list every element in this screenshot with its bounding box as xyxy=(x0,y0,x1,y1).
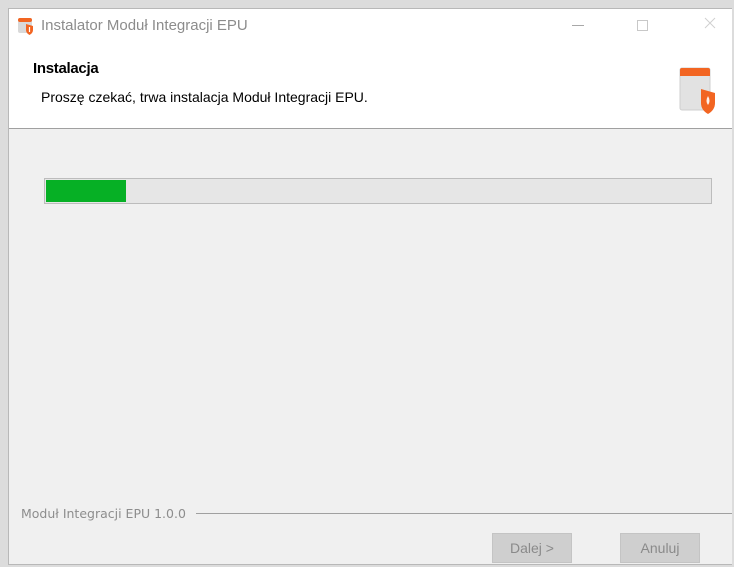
page-title: Instalacja xyxy=(33,60,99,77)
installer-shield-icon xyxy=(17,17,35,35)
next-button[interactable]: Dalej > xyxy=(492,533,572,563)
close-button[interactable] xyxy=(687,9,732,41)
installer-box-icon xyxy=(679,65,715,115)
minimize-icon xyxy=(572,24,584,26)
maximize-icon xyxy=(636,19,648,31)
installer-window: Instalator Moduł Integracji EPU Instalac… xyxy=(8,8,732,565)
version-label: Moduł Integracji EPU 1.0.0 xyxy=(21,505,186,521)
installation-progress-bar xyxy=(44,178,712,204)
page-subtitle: Proszę czekać, trwa instalacja Moduł Int… xyxy=(41,89,368,105)
minimize-button[interactable] xyxy=(555,9,601,41)
close-icon xyxy=(704,16,716,34)
footer-divider xyxy=(195,512,732,514)
progress-fill xyxy=(46,180,126,202)
header-panel: Instalacja Proszę czekać, trwa instalacj… xyxy=(9,45,732,129)
version-footer: Moduł Integracji EPU 1.0.0 xyxy=(21,503,732,523)
maximize-button[interactable] xyxy=(619,9,665,41)
cancel-button[interactable]: Anuluj xyxy=(620,533,700,563)
title-bar[interactable]: Instalator Moduł Integracji EPU xyxy=(9,9,732,45)
window-title: Instalator Moduł Integracji EPU xyxy=(41,17,248,34)
